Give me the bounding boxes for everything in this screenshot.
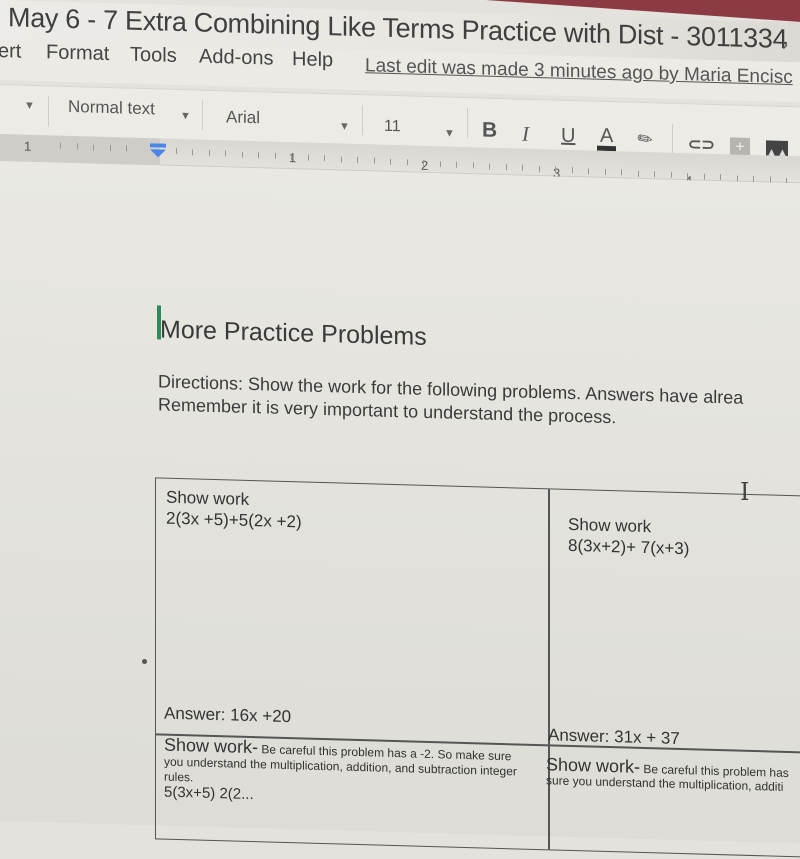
ruler-tick	[406, 159, 408, 166]
ruler-tick	[687, 172, 688, 179]
ruler-tick	[93, 144, 94, 151]
menu-format[interactable]: Format	[46, 41, 109, 66]
table-column-divider	[548, 489, 550, 850]
show-work-label: Show work-	[164, 734, 259, 758]
ruler-tick	[225, 150, 226, 157]
ruler-tick	[753, 175, 754, 182]
ruler-tick	[588, 167, 589, 174]
ruler-tick	[241, 151, 243, 158]
answer-text: Answer: 16x +20	[164, 703, 292, 727]
last-edit-link[interactable]: Last edit was made 3 minutes ago by Mari…	[365, 55, 793, 89]
italic-icon[interactable]: I	[522, 122, 529, 147]
star-icon[interactable]: ›	[782, 34, 788, 55]
table-cell-1[interactable]: Show work 2(3x +5)+5(2x +2)	[166, 487, 302, 533]
font-size-caret-icon[interactable]: ▼	[444, 127, 455, 139]
menu-help[interactable]: Help	[292, 48, 333, 72]
toolbar-divider	[467, 108, 468, 139]
ruler-tick	[340, 156, 342, 163]
ruler-tick	[324, 155, 325, 162]
toolbar-divider	[48, 96, 49, 127]
ruler-tick	[736, 175, 738, 182]
answer-text: Answer: 31x + 37	[548, 725, 680, 748]
table-cell-2[interactable]: Show work 8(3x+2)+ 7(x+3)	[568, 514, 689, 559]
ruler-tick	[126, 145, 127, 152]
ruler-tick	[307, 154, 309, 161]
ruler-tick	[555, 166, 556, 173]
indent-marker-icon[interactable]	[150, 143, 166, 158]
ruler-tick	[621, 169, 622, 176]
toolbar-divider	[362, 105, 363, 136]
ruler-tick	[505, 164, 507, 171]
ruler-tick	[637, 170, 639, 177]
table-cell-3[interactable]: Show work- Be careful this problem has a…	[164, 735, 534, 809]
problem-expression: 2(3x +5)+5(2x +2)	[166, 508, 302, 532]
ruler-tick	[604, 168, 606, 175]
google-docs-window: May 6 - 7 Extra Combining Like Terms Pra…	[0, 0, 800, 859]
problem-expression: 5(3x+5) 2(2...	[164, 783, 254, 804]
menu-add-ons[interactable]: Add-ons	[199, 46, 274, 71]
ruler-tick	[291, 153, 292, 160]
ruler-tick	[522, 164, 523, 171]
ruler-tick	[654, 171, 655, 178]
toolbar-divider	[672, 123, 673, 154]
ruler-tick	[373, 157, 375, 164]
page-dot	[142, 659, 147, 664]
document-heading: More Practice Problems	[160, 315, 427, 351]
ruler-tick	[472, 162, 474, 169]
table-cell-4[interactable]: Show work- Be careful this problem has s…	[546, 754, 800, 795]
ruler-tick	[258, 152, 259, 159]
ruler-tick	[109, 145, 111, 152]
font-dropdown-caret-icon[interactable]: ▼	[339, 120, 350, 132]
ruler-tick	[720, 174, 721, 181]
mouse-ibeam-cursor-icon: I	[740, 478, 750, 506]
ruler-tick	[175, 148, 177, 155]
ruler-tick	[571, 167, 573, 174]
font-size-dropdown[interactable]: 11	[384, 118, 401, 136]
problems-table: Show work 2(3x +5)+5(2x +2) Answer: 16x …	[155, 477, 800, 859]
paragraph-style-dropdown[interactable]: Normal text	[68, 97, 155, 119]
ruler-number: 1	[24, 138, 32, 154]
font-dropdown[interactable]: Arial	[226, 107, 260, 128]
ruler-tick	[76, 143, 78, 150]
ruler-tick	[357, 156, 358, 163]
problem-expression: 8(3x+2)+ 7(x+3)	[568, 535, 690, 559]
ruler-tick	[538, 165, 540, 172]
ruler-tick	[274, 152, 276, 159]
toolbar-divider	[202, 100, 203, 131]
directions-text: Directions: Show the work for the follow…	[158, 370, 743, 432]
zoom-dropdown-caret-icon[interactable]: ▼	[24, 100, 35, 112]
ruler-tick	[60, 142, 61, 149]
bold-icon[interactable]: B	[482, 118, 497, 142]
link-icon[interactable]: ⊂⊃	[688, 134, 715, 155]
document-page[interactable]: More Practice Problems Directions: Show …	[0, 161, 800, 859]
ruler-tick	[208, 149, 210, 156]
highlight-icon[interactable]: ✎	[633, 127, 657, 153]
ruler-tick	[192, 148, 193, 156]
menu-tools[interactable]: Tools	[130, 44, 177, 68]
ruler-tick	[489, 163, 490, 170]
ruler-tick	[439, 160, 441, 167]
style-dropdown-caret-icon[interactable]: ▼	[180, 110, 191, 122]
ruler-tick	[390, 158, 391, 165]
text-color-icon[interactable]: A	[597, 125, 617, 152]
menu-insert[interactable]: ert	[0, 40, 21, 64]
ruler-tick	[423, 160, 424, 167]
ruler-tick	[456, 161, 457, 168]
underline-icon[interactable]: U	[561, 125, 575, 148]
ruler-tick	[670, 171, 672, 178]
ruler-tick	[703, 173, 705, 180]
